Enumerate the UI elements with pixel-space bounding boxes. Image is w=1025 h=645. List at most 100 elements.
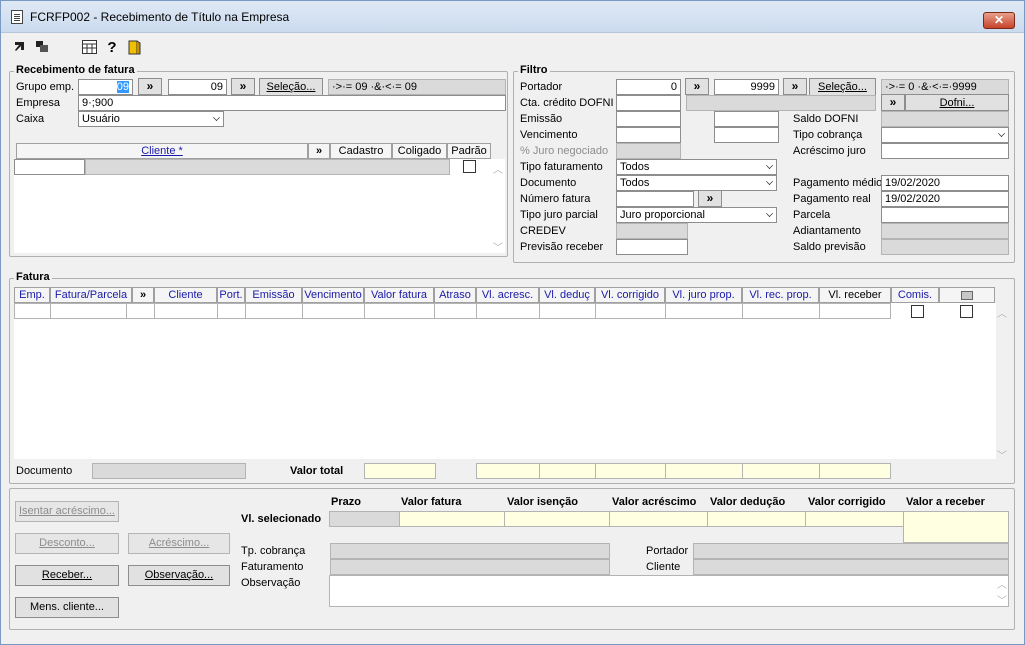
col-valor-fatura[interactable]: Valor fatura [364,287,434,303]
col-vl-corrigido[interactable]: Vl. corrigido [595,287,665,303]
col-vl-receber[interactable]: Vl. receber [819,287,891,303]
total-vl-rec-prop [742,463,820,479]
emissao-from-input[interactable] [616,111,681,127]
saldo-dofni-display [881,111,1009,127]
pagamento-medio-label: Pagamento médio [793,177,883,189]
close-button[interactable]: ✕ [983,12,1015,29]
col-vl-rec-prop[interactable]: Vl. rec. prop. [742,287,819,303]
scroll-down-icon[interactable]: ﹀ [491,239,505,254]
tp-cobranca-display [330,543,610,559]
portador-more-button[interactable]: » [685,78,709,95]
vencimento-from-input[interactable] [616,127,681,143]
pagamento-real-input[interactable]: 19/02/2020 [881,191,1009,207]
fatura-table[interactable] [14,303,996,459]
previsao-input[interactable] [616,239,688,255]
col-cliente[interactable]: Cliente * [16,143,308,159]
portador-selecao-button[interactable]: Seleção... [809,78,876,96]
receber-button[interactable]: Receber... [15,565,119,586]
caixa-select[interactable]: Usuário [78,111,224,127]
exit-door-icon[interactable] [126,40,142,56]
observacao-button[interactable]: Observação... [128,565,230,586]
col-comis[interactable]: Comis. [891,287,939,303]
col-emp[interactable]: Emp. [14,287,50,303]
row-divider [126,303,127,319]
col-more[interactable]: » [132,287,154,303]
emissao-to-input[interactable] [714,111,779,127]
col-vl-acresc[interactable]: Vl. acresc. [476,287,539,303]
mens-cliente-button[interactable]: Mens. cliente... [15,597,119,618]
cta-more-button[interactable]: » [881,94,905,111]
tp-cobranca-label: Tp. cobrança [241,545,306,557]
scroll-up-icon[interactable]: ︿ [995,576,1009,591]
row-divider [217,303,218,319]
numero-fatura-input[interactable] [616,191,694,207]
sel-valor-fatura [399,511,505,527]
vencimento-to-input[interactable] [714,127,779,143]
col-port[interactable]: Port. [217,287,245,303]
windows-icon[interactable] [34,40,50,56]
grupo-range-display: ·>·= 09 ·&·<·= 09 [328,79,506,95]
col-cadastro[interactable]: Cadastro [330,143,392,159]
cliente-code-input[interactable] [14,159,85,175]
adiantamento-label: Adiantamento [793,225,861,237]
acrescimo-juro-input[interactable] [881,143,1009,159]
table-row[interactable] [14,303,891,319]
padrao-checkbox[interactable] [463,160,476,173]
help-icon[interactable]: ? [104,40,120,56]
scroll-down-icon[interactable]: ﹀ [995,592,1009,607]
row-divider [742,303,743,319]
desconto-button[interactable]: Desconto... [15,533,119,554]
scroll-up-icon[interactable]: ︿ [995,305,1009,320]
sel-prazo [329,511,400,527]
portador-to-input[interactable]: 9999 [714,79,779,95]
isentar-acrescimo-button[interactable]: Isentar acréscimo... [15,501,119,522]
documento-select[interactable]: Todos [616,175,777,191]
calculator-icon[interactable] [81,40,97,56]
comis-checkbox[interactable] [911,305,924,318]
grupo-more-button-2[interactable]: » [231,78,255,95]
col-select-all[interactable] [939,287,995,303]
col-fatura-parcela[interactable]: Fatura/Parcela [50,287,132,303]
col-atraso[interactable]: Atraso [434,287,476,303]
grupo-to-input[interactable]: 09 [168,79,227,95]
row-divider [819,303,820,319]
portador-from-input[interactable]: 0 [616,79,681,95]
col-vl-deduc[interactable]: Vl. deduç [539,287,595,303]
col-padrao[interactable]: Padrão [447,143,491,159]
sel-valor-isencao [504,511,610,527]
header-valor-isencao: Valor isenção [507,496,578,508]
observacao-textarea[interactable] [329,575,1009,607]
valor-total-label: Valor total [290,465,344,477]
tipo-faturamento-select[interactable]: Todos [616,159,777,175]
chevron-down-icon [998,130,1005,137]
col-cliente[interactable]: Cliente [154,287,217,303]
portador-more-button-2[interactable]: » [783,78,807,95]
dofni-button[interactable]: Dofni... [905,94,1009,111]
scroll-up-icon[interactable]: ︿ [491,161,505,176]
tipo-juro-select[interactable]: Juro proporcional [616,207,777,223]
col-vl-juro-prop[interactable]: Vl. juro prop. [665,287,742,303]
grupo-selecao-button[interactable]: Seleção... [259,78,323,96]
header-prazo: Prazo [331,496,361,508]
col-emissao[interactable]: Emissão [245,287,302,303]
numero-fatura-more-button[interactable]: » [698,190,722,207]
select-row-checkbox[interactable] [960,305,973,318]
col-coligado[interactable]: Coligado [392,143,447,159]
cta-input[interactable] [616,95,681,111]
acrescimo-button[interactable]: Acréscimo... [128,533,230,554]
grupo-more-button[interactable]: » [138,78,162,95]
sel-valor-deducao [707,511,806,527]
acrescimo-juro-label: Acréscimo juro [793,145,866,157]
total-vl-acresc [476,463,540,479]
scroll-down-icon[interactable]: ﹀ [995,447,1009,462]
fatura-title: Fatura [14,271,52,283]
pagamento-medio-input[interactable]: 19/02/2020 [881,175,1009,191]
col-more[interactable]: » [308,143,330,159]
parcela-input[interactable] [881,207,1009,223]
col-vencimento[interactable]: Vencimento [302,287,364,303]
grupo-from-input[interactable]: 09 [78,79,133,95]
tipo-cobranca-select[interactable] [881,127,1009,143]
empresa-input[interactable]: 9·;900 [78,95,506,111]
row-divider [154,303,155,319]
arrow-icon[interactable] [12,40,28,56]
